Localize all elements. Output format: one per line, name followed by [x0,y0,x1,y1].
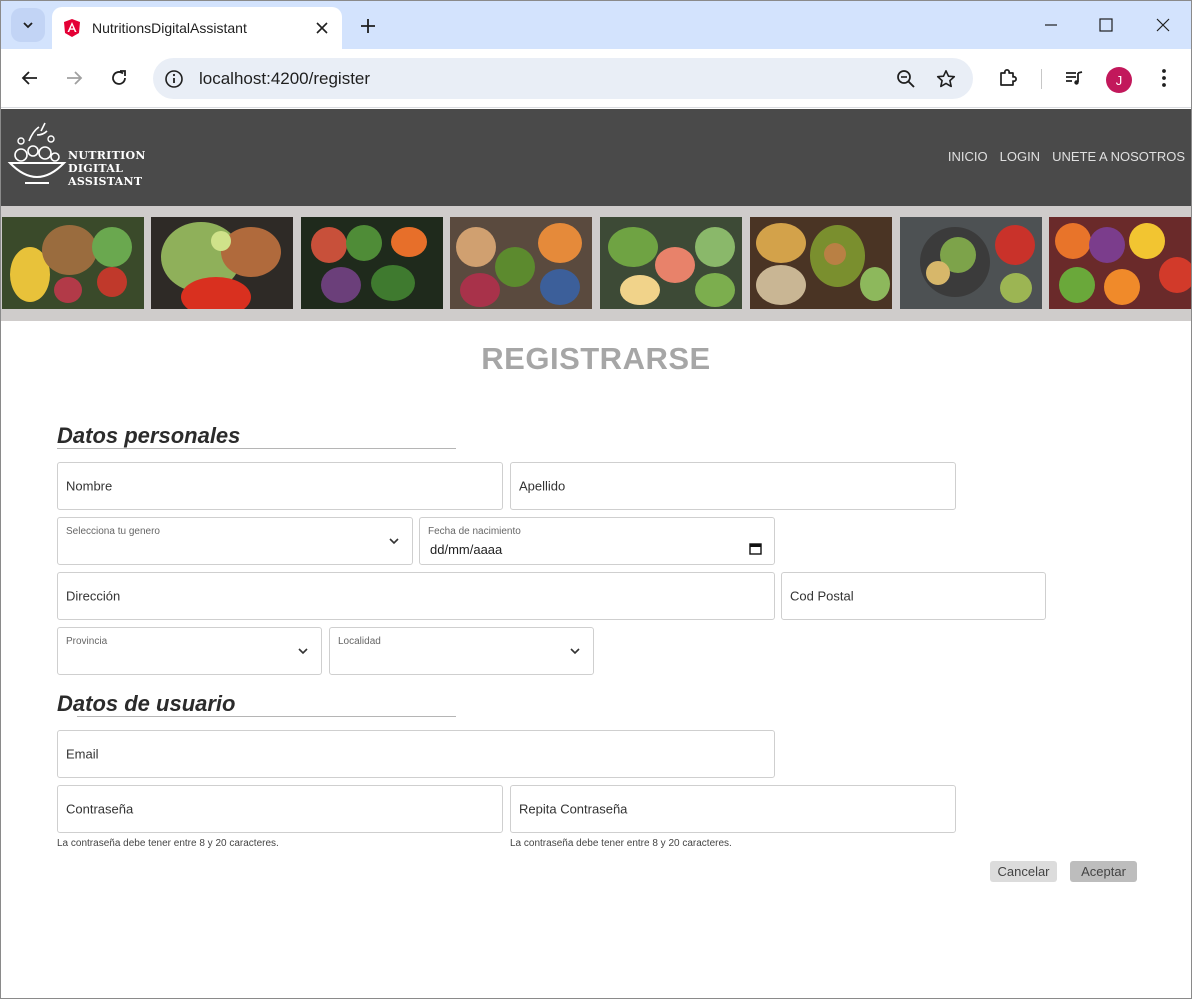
address-bar[interactable]: localhost:4200/register [153,58,973,99]
plus-icon [361,19,375,33]
new-tab-button[interactable] [355,13,381,39]
food-image-3 [301,217,443,309]
nav-inicio[interactable]: INICIO [948,149,988,164]
zoom-icon[interactable] [893,66,919,92]
browser-toolbar: localhost:4200/register J [1,49,1191,108]
minimize-button[interactable] [1031,11,1071,39]
localidad-label: Localidad [338,636,381,647]
user-section-title: Datos de usuario [57,691,236,716]
accept-button[interactable]: Aceptar [1070,861,1137,882]
close-window-button[interactable] [1143,11,1183,39]
reload-icon [112,70,126,85]
food-image-6 [750,217,892,309]
logo-line-2: DIGITAL [68,162,124,175]
cod-postal-field[interactable]: Cod Postal [781,572,1046,620]
logo-line-3: ASSISTANT [68,175,143,188]
personal-section-title: Datos personales [57,423,241,448]
provincia-label: Provincia [66,636,108,647]
chevron-down-icon [570,648,580,655]
maximize-button[interactable] [1086,11,1126,39]
chevron-down-icon [23,22,33,29]
browser-window: NutritionsDigitalAssistant localhost:420… [0,0,1192,999]
nombre-placeholder: Nombre [66,478,113,494]
site-logo[interactable]: NUTRITION DIGITAL ASSISTANT [7,119,147,197]
browser-tab[interactable]: NutritionsDigitalAssistant [52,7,342,49]
password-repeat-hint: La contraseña debe tener entre 8 y 20 ca… [510,838,732,849]
page-title: REGISTRARSE [481,341,711,376]
email-placeholder: Email [66,746,99,762]
bookmark-star-icon[interactable] [933,66,959,92]
page-content: NUTRITION DIGITAL ASSISTANT INICIO LOGIN… [1,109,1191,998]
arrow-left-icon [21,71,37,85]
food-image-1 [2,217,144,309]
logo-text: NUTRITION DIGITAL ASSISTANT [68,149,146,188]
tab-title: NutritionsDigitalAssistant [92,20,247,36]
chevron-down-icon [298,648,308,655]
password-repeat-field[interactable]: Repita Contraseña [510,785,956,833]
forward-button[interactable] [59,63,89,93]
localidad-select[interactable]: Localidad [329,627,594,675]
media-control-button[interactable] [1059,63,1089,93]
direccion-field[interactable]: Dirección [57,572,775,620]
password-hint: La contraseña debe tener entre 8 y 20 ca… [57,838,279,849]
reload-button[interactable] [104,63,134,93]
email-field[interactable]: Email [57,730,775,778]
salad-bowl-icon [7,122,67,184]
toolbar-separator [1041,69,1042,89]
genero-label: Selecciona tu genero [66,526,160,537]
food-image-7 [900,217,1042,309]
tab-search-button[interactable] [11,8,45,42]
password-placeholder: Contraseña [66,801,134,817]
menu-button[interactable] [1149,63,1179,93]
calendar-icon[interactable] [749,542,762,555]
angular-icon [64,19,80,37]
personal-section-divider [57,448,456,449]
food-image-5 [600,217,742,309]
food-image-4 [450,217,592,309]
playlist-icon [1066,71,1083,85]
nav-unete[interactable]: UNETE A NOSOTROS [1052,149,1185,164]
tab-strip: NutritionsDigitalAssistant [1,1,1191,49]
url-text[interactable]: localhost:4200/register [199,69,893,89]
nav-login[interactable]: LOGIN [1000,149,1040,164]
food-banner [1,206,1191,321]
nombre-field[interactable]: Nombre [57,462,503,510]
minimize-icon [1045,24,1057,26]
apellido-field[interactable]: Apellido [510,462,956,510]
provincia-select[interactable]: Provincia [57,627,322,675]
fecha-value: dd/mm/aaaa [430,542,503,557]
chevron-down-icon [389,538,399,545]
arrow-right-icon [67,71,83,85]
fecha-nacimiento-input[interactable]: Fecha de nacimiento dd/mm/aaaa [419,517,775,565]
logo-line-1: NUTRITION [68,149,146,162]
close-icon [1156,18,1170,32]
maximize-icon [1099,18,1113,32]
fecha-label: Fecha de nacimiento [428,526,521,537]
cod-postal-placeholder: Cod Postal [790,588,854,604]
back-button[interactable] [15,63,45,93]
site-info-icon[interactable] [163,68,185,90]
site-header: NUTRITION DIGITAL ASSISTANT INICIO LOGIN… [1,109,1191,206]
password-repeat-placeholder: Repita Contraseña [519,801,628,817]
puzzle-icon [1000,69,1017,86]
cancel-button[interactable]: Cancelar [990,861,1057,882]
apellido-placeholder: Apellido [519,478,566,494]
user-section-divider [77,716,456,717]
close-tab-icon[interactable] [312,18,332,38]
profile-avatar[interactable]: J [1106,67,1132,93]
site-nav: INICIO LOGIN UNETE A NOSOTROS [948,149,1185,164]
password-field[interactable]: Contraseña [57,785,503,833]
extensions-button[interactable] [993,63,1023,93]
more-vertical-icon [1162,69,1166,87]
food-image-2 [151,217,293,309]
food-image-8 [1049,217,1191,309]
direccion-placeholder: Dirección [66,588,121,604]
genero-select[interactable]: Selecciona tu genero [57,517,413,565]
